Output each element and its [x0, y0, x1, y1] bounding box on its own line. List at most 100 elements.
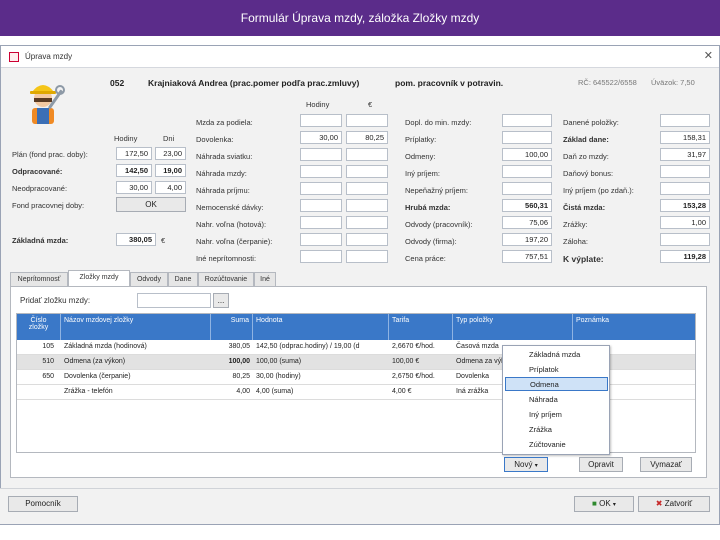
- worked-days-field[interactable]: 19,00: [155, 164, 186, 177]
- right2-field[interactable]: [660, 114, 710, 127]
- worked-hours-field[interactable]: 142,50: [116, 164, 152, 177]
- right2-label: Daň zo mzdy:: [563, 152, 609, 161]
- right1-label: Príplatky:: [405, 135, 437, 144]
- right2-label: Danené položky:: [563, 118, 619, 127]
- plan-hours-field[interactable]: 172,50: [116, 147, 152, 160]
- new-button[interactable]: Nový ▾: [504, 457, 548, 472]
- right1-field[interactable]: 197,20: [502, 233, 552, 246]
- mid-row-hours-field[interactable]: [300, 165, 342, 178]
- not-worked-days-field[interactable]: 4,00: [155, 181, 186, 194]
- add-component-input[interactable]: [137, 293, 211, 308]
- left-col-hours: Hodiny: [114, 134, 138, 143]
- col-value[interactable]: Hodnota: [253, 314, 389, 340]
- mid-row-eur-field[interactable]: [346, 199, 388, 212]
- mid-row-hours-field[interactable]: [300, 199, 342, 212]
- to-pay-label: K výplate:: [563, 254, 604, 264]
- right1-field[interactable]: [502, 165, 552, 178]
- col-type[interactable]: Typ položky: [453, 314, 573, 340]
- right2-label: Iný príjem (po zdaň.):: [563, 186, 634, 195]
- employee-category: pom. pracovník v potravin.: [395, 78, 504, 88]
- add-component-label: Pridať zložku mzdy:: [20, 296, 91, 305]
- col-amount[interactable]: Suma: [211, 314, 253, 340]
- mid-row-label: Nahr. voľna (čerpanie):: [196, 237, 273, 246]
- ok-fund-button[interactable]: OK: [116, 197, 186, 212]
- edit-button[interactable]: Opravit: [579, 457, 623, 472]
- right1-field[interactable]: [502, 182, 552, 195]
- delete-button[interactable]: Vymazať: [640, 457, 692, 472]
- tab-taxes[interactable]: Dane: [168, 272, 198, 286]
- mid-row-hours-field[interactable]: [300, 148, 342, 161]
- right1-field[interactable]: 100,00: [502, 148, 552, 161]
- menu-item-bonus[interactable]: Príplatok: [505, 363, 608, 377]
- tab-allocation[interactable]: Rozúčtovanie: [198, 272, 254, 286]
- mid-row-eur-field[interactable]: 80,25: [346, 131, 388, 144]
- mid-row-label: Náhrada príjmu:: [196, 186, 250, 195]
- right1-field[interactable]: 75,06: [502, 216, 552, 229]
- right1-field[interactable]: [502, 114, 552, 127]
- right2-field[interactable]: [660, 182, 710, 195]
- mid-row-hours-field[interactable]: [300, 114, 342, 127]
- mid-row-eur-field[interactable]: [346, 165, 388, 178]
- menu-item-base-salary[interactable]: Základná mzda: [505, 348, 608, 362]
- tab-absence[interactable]: Neprítomnosť: [10, 272, 68, 286]
- cell-name: Základná mzda (hodinová): [64, 343, 147, 350]
- mid-row-eur-field[interactable]: [346, 114, 388, 127]
- mid-row-hours-field[interactable]: [300, 250, 342, 263]
- right1-field[interactable]: 757,51: [502, 250, 552, 263]
- menu-item-settlement[interactable]: Zúčtovanie: [505, 438, 608, 452]
- right2-field[interactable]: 1,00: [660, 216, 710, 229]
- tab-salary-components[interactable]: Zložky mzdy: [68, 270, 130, 286]
- table-header: Číslo zložky Názov mzdovej zložky Suma H…: [17, 314, 695, 340]
- right2-field[interactable]: 31,97: [660, 148, 710, 161]
- cell-name: Dovolenka (čerpanie): [64, 373, 131, 380]
- mid-row-label: Dovolenka:: [196, 135, 234, 144]
- close-icon[interactable]: ✕: [704, 49, 713, 62]
- help-button[interactable]: Pomocník: [8, 496, 78, 512]
- mid-row-eur-field[interactable]: [346, 216, 388, 229]
- window-title: Úprava mzdy: [25, 52, 73, 61]
- to-pay-field[interactable]: 119,28: [660, 250, 710, 263]
- mid-row-hours-field[interactable]: [300, 182, 342, 195]
- not-worked-hours-field[interactable]: 30,00: [116, 181, 152, 194]
- worked-label: Odpracované:: [12, 167, 63, 176]
- col-tariff[interactable]: Tarifa: [389, 314, 453, 340]
- gross-salary-label: Hrubá mzda:: [405, 203, 451, 212]
- cell-number: 510: [42, 358, 54, 365]
- mid-row-eur-field[interactable]: [346, 182, 388, 195]
- ok-button[interactable]: ■ OK ▾: [574, 496, 634, 512]
- plan-days-field[interactable]: 23,00: [155, 147, 186, 160]
- close-x-icon: ✖: [655, 499, 663, 508]
- base-salary-label: Základná mzda:: [12, 236, 69, 245]
- menu-item-deduction[interactable]: Zrážka: [505, 423, 608, 437]
- base-salary-field[interactable]: 380,05: [116, 233, 156, 246]
- tab-other[interactable]: Iné: [254, 272, 276, 286]
- mid-row-hours-field[interactable]: [300, 216, 342, 229]
- mid-row-eur-field[interactable]: [346, 233, 388, 246]
- mid-row-eur-field[interactable]: [346, 148, 388, 161]
- mid-row-hours-field[interactable]: 30,00: [300, 131, 342, 144]
- cell-name: Odmena (za výkon): [64, 358, 126, 365]
- new-button-label: Nový: [514, 460, 533, 469]
- ok-button-label: OK: [599, 499, 611, 508]
- browse-component-button[interactable]: ...: [213, 293, 229, 308]
- mid-row-eur-field[interactable]: [346, 250, 388, 263]
- not-worked-label: Neodpracované:: [12, 184, 68, 193]
- right1-label: Iný príjem:: [405, 169, 441, 178]
- net-salary-field[interactable]: 153,28: [660, 199, 710, 212]
- close-button[interactable]: ✖ Zatvoriť: [638, 496, 710, 512]
- right1-field[interactable]: [502, 131, 552, 144]
- menu-item-compensation[interactable]: Náhrada: [505, 393, 608, 407]
- col-name[interactable]: Názov mzdovej zložky: [61, 314, 211, 340]
- right2-field[interactable]: [660, 233, 710, 246]
- mid-row-hours-field[interactable]: [300, 233, 342, 246]
- mid-row-label: Mzda za podiela:: [196, 118, 253, 127]
- right2-field[interactable]: [660, 165, 710, 178]
- right2-field[interactable]: 158,31: [660, 131, 710, 144]
- col-number[interactable]: Číslo zložky: [17, 314, 61, 340]
- tab-contributions[interactable]: Odvody: [130, 272, 168, 286]
- gross-salary-field[interactable]: 560,31: [502, 199, 552, 212]
- menu-item-reward[interactable]: Odmena: [505, 377, 608, 391]
- menu-item-other-income[interactable]: Iný príjem: [505, 408, 608, 422]
- cell-tariff: 4,00 €: [392, 388, 412, 395]
- col-note[interactable]: Poznámka: [573, 314, 695, 340]
